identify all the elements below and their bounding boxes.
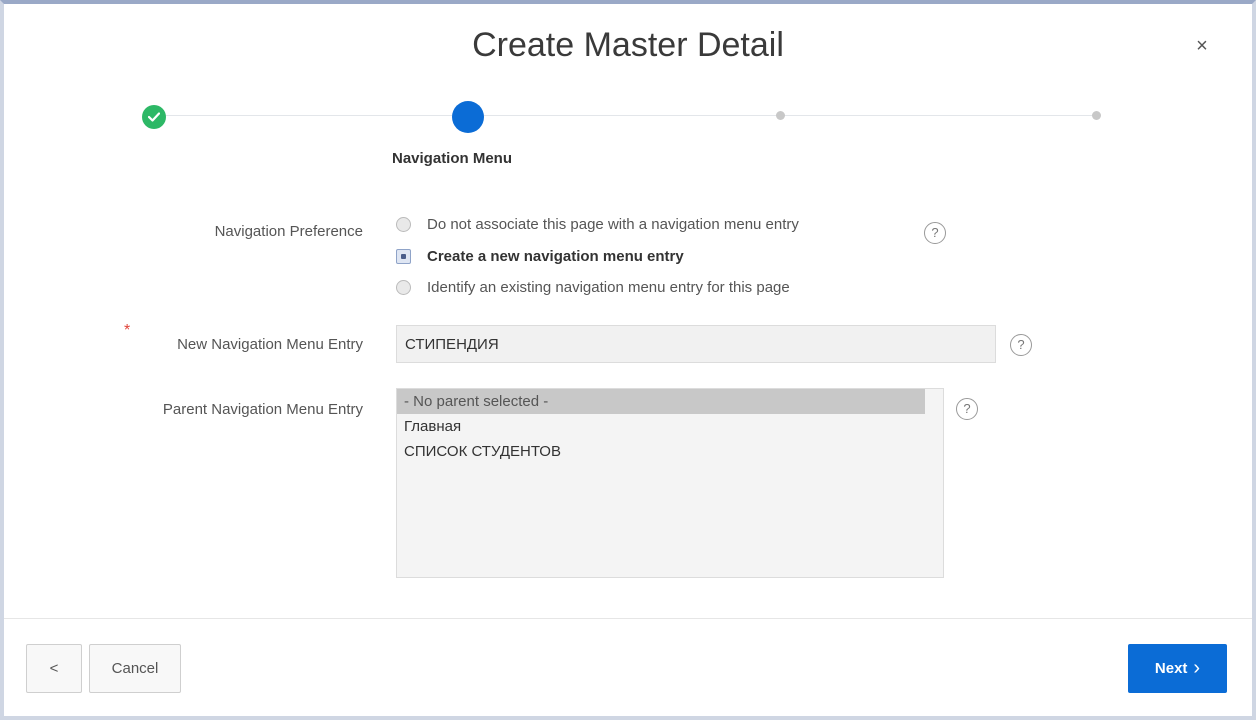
step-pending-dot xyxy=(776,111,785,120)
listbox-option[interactable]: СПИСОК СТУДЕНТОВ xyxy=(397,439,943,464)
next-button-label: Next xyxy=(1154,660,1188,677)
help-icon[interactable]: ? xyxy=(924,222,946,244)
parent-entry-label: Parent Navigation Menu Entry xyxy=(162,401,363,418)
navigation-preference-label: Navigation Preference xyxy=(214,223,363,240)
radio-option-create-new[interactable]: Create a new navigation menu entry xyxy=(396,248,684,265)
create-master-detail-dialog: Create Master Detail × Navigation Menu N… xyxy=(0,0,1256,720)
chevron-left-icon: < xyxy=(49,660,59,677)
radio-option-label: Identify an existing navigation menu ent… xyxy=(427,279,790,296)
radio-option-label: Do not associate this page with a naviga… xyxy=(427,216,799,233)
help-icon[interactable]: ? xyxy=(956,398,978,420)
current-step-label: Navigation Menu xyxy=(392,150,513,167)
back-button[interactable]: < xyxy=(26,644,82,693)
required-indicator: * xyxy=(124,322,131,339)
dialog-title: Create Master Detail xyxy=(472,26,784,64)
radio-button[interactable] xyxy=(396,217,411,232)
close-icon[interactable]: × xyxy=(1190,34,1214,58)
step-current-indicator xyxy=(452,101,484,133)
radio-option-label: Create a new navigation menu entry xyxy=(427,248,684,265)
listbox-option[interactable]: Главная xyxy=(397,414,943,439)
new-entry-label: New Navigation Menu Entry xyxy=(177,336,363,353)
listbox-option-selected[interactable]: - No parent selected - xyxy=(397,389,925,414)
help-icon[interactable]: ? xyxy=(1010,334,1032,356)
radio-option-no-association[interactable]: Do not associate this page with a naviga… xyxy=(396,216,799,233)
radio-button-selected[interactable] xyxy=(396,249,411,264)
step-completed-check-icon xyxy=(142,105,166,129)
radio-button[interactable] xyxy=(396,280,411,295)
step-pending-dot xyxy=(1092,111,1101,120)
cancel-button[interactable]: Cancel xyxy=(89,644,181,693)
new-navigation-entry-input[interactable] xyxy=(396,325,996,363)
radio-option-identify-existing[interactable]: Identify an existing navigation menu ent… xyxy=(396,279,790,296)
chevron-right-icon: › xyxy=(1193,657,1201,679)
footer-divider xyxy=(4,618,1252,619)
next-button[interactable]: Next › xyxy=(1128,644,1227,693)
parent-entry-listbox[interactable]: - No parent selected - Главная СПИСОК СТ… xyxy=(396,388,944,578)
cancel-button-label: Cancel xyxy=(111,660,159,677)
progress-track xyxy=(156,115,1096,116)
